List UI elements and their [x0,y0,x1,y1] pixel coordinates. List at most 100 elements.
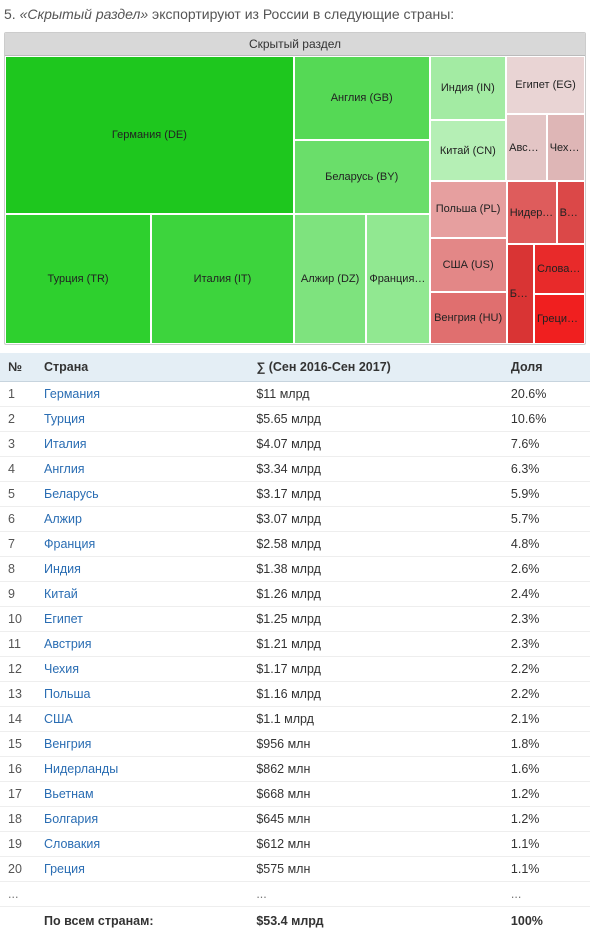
row-index: 18 [0,807,36,832]
country-link[interactable]: Индия [44,562,81,576]
table-row: 18 Болгария $645 млн1.2% [0,807,590,832]
row-country: Англия [36,457,248,482]
treemap-cell[interactable]: Алжир (DZ) [294,214,367,344]
treemap-cell[interactable]: Италия (IT) [151,214,294,344]
treemap-cell[interactable]: Польша (PL) [430,181,507,238]
col-sum[interactable]: ∑ (Сен 2016-Сен 2017) [248,353,503,382]
row-index: 8 [0,557,36,582]
country-link[interactable]: Венгрия [44,737,91,751]
row-share: 1.2% [503,807,590,832]
row-country: Франция [36,532,248,557]
row-index: 4 [0,457,36,482]
table-row: 12Чехия$1.17 млрд2.2% [0,657,590,682]
treemap-cell[interactable]: Англия (GB) [294,56,430,140]
country-link[interactable]: Болгария [44,812,98,826]
row-sum: $668 млн [248,782,503,807]
table-row: 4 Англия $3.34 млрд6.3% [0,457,590,482]
country-link[interactable]: Нидерланды [44,762,118,776]
row-country: Алжир [36,507,248,532]
row-share: 5.7% [503,507,590,532]
row-share: 2.3% [503,607,590,632]
country-link[interactable]: Беларусь [44,487,99,501]
table-row: 11Австрия$1.21 млрд2.3% [0,632,590,657]
row-country: Нидерланды [36,757,248,782]
table-row: 16Нидерланды$862 млн1.6% [0,757,590,782]
country-link[interactable]: Польша [44,687,90,701]
row-sum: $2.58 млрд [248,532,503,557]
country-link[interactable]: Австрия [44,637,92,651]
table-row: 7Франция$2.58 млрд4.8% [0,532,590,557]
treemap-area[interactable]: Германия (DE)Турция (TR)Италия (IT)Англи… [5,56,585,344]
row-country: США [36,707,248,732]
treemap-cell[interactable]: Венгрия (HU) [430,292,507,344]
footer-sum: $53.4 млрд [248,907,503,935]
treemap-cell[interactable]: Беларусь (BY) [294,140,430,214]
row-index: 16 [0,757,36,782]
footer-share: 100% [503,907,590,935]
row-sum: $645 млн [248,807,503,832]
row-country: Вьетнам [36,782,248,807]
row-sum: $1.1 млрд [248,707,503,732]
country-link[interactable]: Германия [44,387,100,401]
country-link[interactable]: Италия [44,437,87,451]
row-share: 10.6% [503,407,590,432]
col-country[interactable]: Страна [36,353,248,382]
row-sum: $1.26 млрд [248,582,503,607]
treemap-cell[interactable]: США (US) [430,238,507,292]
country-link[interactable]: Англия [44,462,85,476]
treemap-cell[interactable]: Турция (TR) [5,214,151,344]
treemap-cell[interactable]: Германия (DE) [5,56,294,214]
treemap-cell[interactable]: Вьетн… [557,181,585,244]
table-row: 17Вьетнам$668 млн1.2% [0,782,590,807]
treemap-cell[interactable]: Греция (GR) [534,294,585,344]
treemap-cell[interactable]: Нидерла… [507,181,557,244]
country-link[interactable]: Турция [44,412,85,426]
table-row: 1 Германия $11 млрд20.6% [0,382,590,407]
treemap-cell[interactable]: Австрия… [506,114,547,181]
country-link[interactable]: Китай [44,587,78,601]
row-share: 4.8% [503,532,590,557]
treemap-chart: Скрытый раздел Германия (DE)Турция (TR)И… [4,32,586,345]
row-share: 2.2% [503,682,590,707]
col-share[interactable]: Доля [503,353,590,382]
row-sum: $3.34 млрд [248,457,503,482]
treemap-cell[interactable]: Египет (EG) [506,56,585,114]
treemap-cell[interactable]: Болг… [507,244,534,344]
row-share: 20.6% [503,382,590,407]
treemap-cell[interactable]: Словакия… [534,244,585,294]
country-link[interactable]: Словакия [44,837,100,851]
row-country: Египет [36,607,248,632]
row-sum: $1.16 млрд [248,682,503,707]
country-link[interactable]: Греция [44,862,85,876]
row-share: 1.6% [503,757,590,782]
country-link[interactable]: Франция [44,537,95,551]
country-link[interactable]: Египет [44,612,83,626]
table-row: 13Польша$1.16 млрд2.2% [0,682,590,707]
treemap-cell[interactable]: Франция (FR) [366,214,429,344]
row-index: 1 [0,382,36,407]
row-country: Беларусь [36,482,248,507]
row-sum: $3.17 млрд [248,482,503,507]
row-sum: $11 млрд [248,382,503,407]
row-country: Турция [36,407,248,432]
treemap-cell[interactable]: Чехия (… [547,114,585,181]
table-row: 9Китай$1.26 млрд2.4% [0,582,590,607]
footer-label: По всем странам: [36,907,248,935]
col-index[interactable]: № [0,353,36,382]
row-sum: $612 млн [248,832,503,857]
row-country: Польша [36,682,248,707]
row-country: Австрия [36,632,248,657]
row-share: 2.6% [503,557,590,582]
row-share: 2.2% [503,657,590,682]
row-index: 11 [0,632,36,657]
country-link[interactable]: Чехия [44,662,79,676]
row-sum: $4.07 млрд [248,432,503,457]
country-link[interactable]: Алжир [44,512,82,526]
treemap-cell[interactable]: Китай (CN) [430,120,507,181]
row-share: 6.3% [503,457,590,482]
country-link[interactable]: Вьетнам [44,787,94,801]
row-share: 2.1% [503,707,590,732]
table-row: 8Индия$1.38 млрд2.6% [0,557,590,582]
country-link[interactable]: США [44,712,73,726]
treemap-cell[interactable]: Индия (IN) [430,56,507,120]
